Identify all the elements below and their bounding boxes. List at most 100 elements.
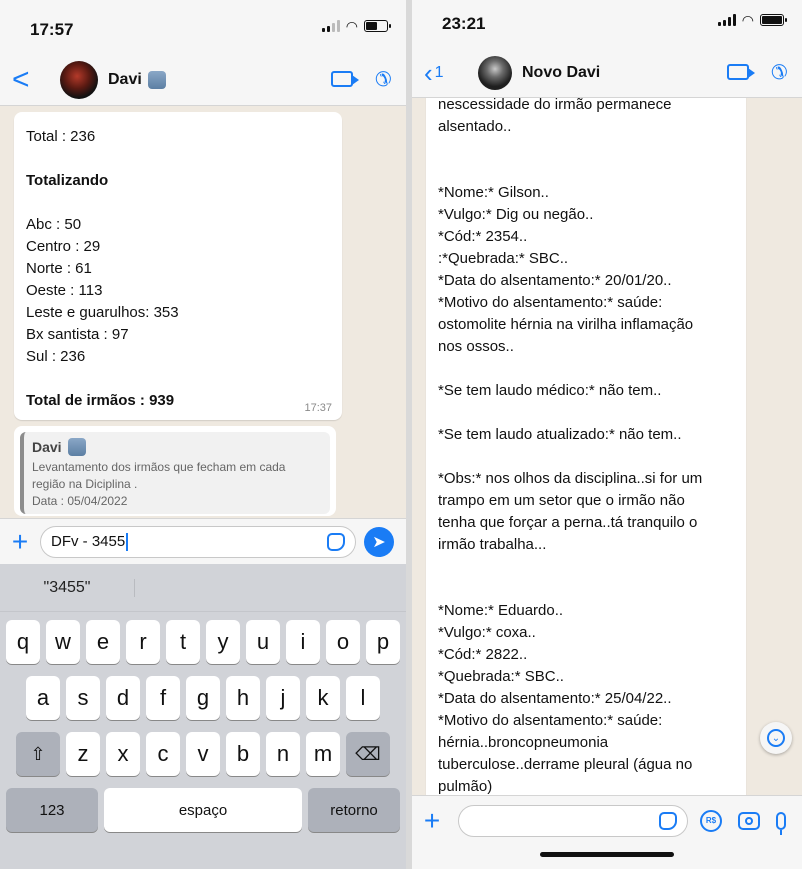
message-line: Totalizando (26, 172, 109, 189)
scroll-down-button[interactable]: ⌄ (760, 722, 792, 754)
quoted-author: Davi (32, 438, 322, 456)
message-line: Norte : 61 (26, 260, 92, 277)
contact-avatar[interactable] (60, 60, 98, 99)
back-button[interactable]: ‹ 1 (412, 58, 462, 88)
message-line: *Data do alsentamento:* 25/04/22.. (438, 690, 672, 707)
key[interactable]: q (6, 620, 40, 664)
key[interactable]: d (106, 676, 140, 720)
message-input[interactable]: DFv - 3455 (40, 525, 356, 558)
chat-header: < Davi ✆ (0, 54, 406, 106)
message-line: Abc : 50 (26, 216, 82, 233)
key[interactable]: w (46, 620, 80, 664)
message-line: *Quebrada:* SBC.. (438, 668, 564, 685)
key[interactable]: h (226, 676, 260, 720)
video-call-icon[interactable] (727, 63, 756, 80)
key[interactable]: u (246, 620, 280, 664)
contact-name[interactable]: Davi (108, 70, 166, 89)
keyboard-row-2: a s d f g h j k l (0, 676, 406, 720)
suggestion-bar: "3455" (0, 564, 406, 612)
call-actions: ✆ (331, 69, 406, 91)
return-key[interactable]: retorno (308, 788, 400, 832)
message-line: *Nome:* Eduardo.. (438, 602, 564, 619)
camera-icon[interactable] (738, 811, 760, 830)
message-line: *Motivo do alsentamento:* saúde: (438, 294, 663, 311)
message-line: Total de irmãos : 939 (26, 392, 175, 409)
key[interactable]: o (326, 620, 360, 664)
key[interactable]: p (366, 620, 400, 664)
quoted-message: Davi Levantamento dos irmãos que fecham … (20, 432, 330, 514)
message-line: *Se tem laudo médico:* não tem.. (438, 382, 662, 399)
message-line (438, 402, 734, 424)
message-line: :*Quebrada:* SBC.. (438, 250, 569, 267)
key[interactable]: k (306, 676, 340, 720)
video-call-icon[interactable] (331, 70, 360, 87)
backspace-key-icon[interactable]: ⌫ (346, 732, 390, 776)
key[interactable]: c (146, 732, 180, 776)
message-line: irmão trabalha... (438, 536, 547, 553)
key[interactable]: t (166, 620, 200, 664)
key[interactable]: e (86, 620, 120, 664)
microphone-icon[interactable] (776, 811, 786, 835)
attach-plus-icon[interactable]: + (412, 806, 452, 835)
status-time: 23:21 (442, 14, 486, 33)
message-bubble[interactable]: Total : 236 Totalizando Abc : 50 Centro … (14, 112, 342, 420)
message-line: *Obs:* nos olhos da disciplina..si for u… (438, 470, 703, 487)
key[interactable]: b (226, 732, 260, 776)
message-input-bar: + DFv - 3455 ➤ (0, 518, 406, 564)
quoted-text-line: Levantamento dos irmãos que fecham em ca… (32, 460, 286, 474)
numbers-key[interactable]: 123 (6, 788, 98, 832)
contact-name[interactable]: Novo Davi (522, 64, 600, 82)
message-time: 17:37 (304, 402, 332, 414)
key[interactable]: i (286, 620, 320, 664)
wifi-icon: ◠ (345, 18, 358, 34)
keyboard-row-4: 123 espaço retorno (0, 788, 406, 832)
key[interactable]: j (266, 676, 300, 720)
key[interactable]: s (66, 676, 100, 720)
message-input[interactable] (458, 804, 688, 837)
contact-avatar[interactable] (478, 55, 512, 90)
message-line: *Se tem laudo atualizado:* não tem.. (438, 426, 682, 443)
status-icons: ◠ (321, 18, 391, 34)
payment-icon[interactable]: R$ (700, 809, 722, 832)
space-key[interactable]: espaço (104, 788, 302, 832)
key[interactable]: l (346, 676, 380, 720)
message-line: Leste e guarulhos: 353 (26, 304, 179, 321)
message-line: Total : 236 (26, 128, 96, 145)
key[interactable]: m (306, 732, 340, 776)
quoted-text-line: região na Diciplina . (32, 477, 138, 491)
reply-quote[interactable]: Davi Levantamento dos irmãos que fecham … (14, 426, 336, 516)
message-line (26, 192, 330, 214)
key[interactable]: v (186, 732, 220, 776)
key[interactable]: z (66, 732, 100, 776)
chat-header: ‹ 1 Novo Davi ✆ (412, 48, 802, 98)
key[interactable]: f (146, 676, 180, 720)
phone-call-icon[interactable]: ✆ (375, 69, 392, 91)
key[interactable]: r (126, 620, 160, 664)
key[interactable]: g (186, 676, 220, 720)
phone-call-icon[interactable]: ✆ (771, 62, 788, 84)
key[interactable]: x (106, 732, 140, 776)
suggestion-item[interactable]: "3455" (0, 578, 135, 597)
status-bar: 23:21 ◠ (412, 0, 802, 50)
sticker-icon[interactable] (659, 811, 677, 830)
keyboard: "3455" q w e r t y u i o p a s d f g h j… (0, 564, 406, 869)
back-button[interactable]: < (0, 64, 42, 95)
message-line (438, 446, 734, 468)
keyboard-row-1: q w e r t y u i o p (0, 620, 406, 664)
message-line: *Nome:* Gilson.. (438, 184, 549, 201)
attach-plus-icon[interactable]: + (0, 527, 40, 556)
send-button[interactable]: ➤ (364, 526, 394, 557)
shift-key-icon[interactable]: ⇧ (16, 732, 60, 776)
key[interactable]: a (26, 676, 60, 720)
message-line (438, 138, 734, 160)
message-line (438, 160, 734, 182)
message-line: Sul : 236 (26, 348, 86, 365)
message-line: ostomolite hérnia na virilha inflamação (438, 316, 694, 333)
message-line (438, 578, 734, 600)
key[interactable]: n (266, 732, 300, 776)
wifi-icon: ◠ (741, 12, 754, 28)
message-bubble[interactable]: nescessidade do irmão permanece alsentad… (426, 84, 746, 804)
key[interactable]: y (206, 620, 240, 664)
sticker-icon[interactable] (327, 532, 345, 551)
message-line: *Vulgo:* Dig ou negão.. (438, 206, 594, 223)
